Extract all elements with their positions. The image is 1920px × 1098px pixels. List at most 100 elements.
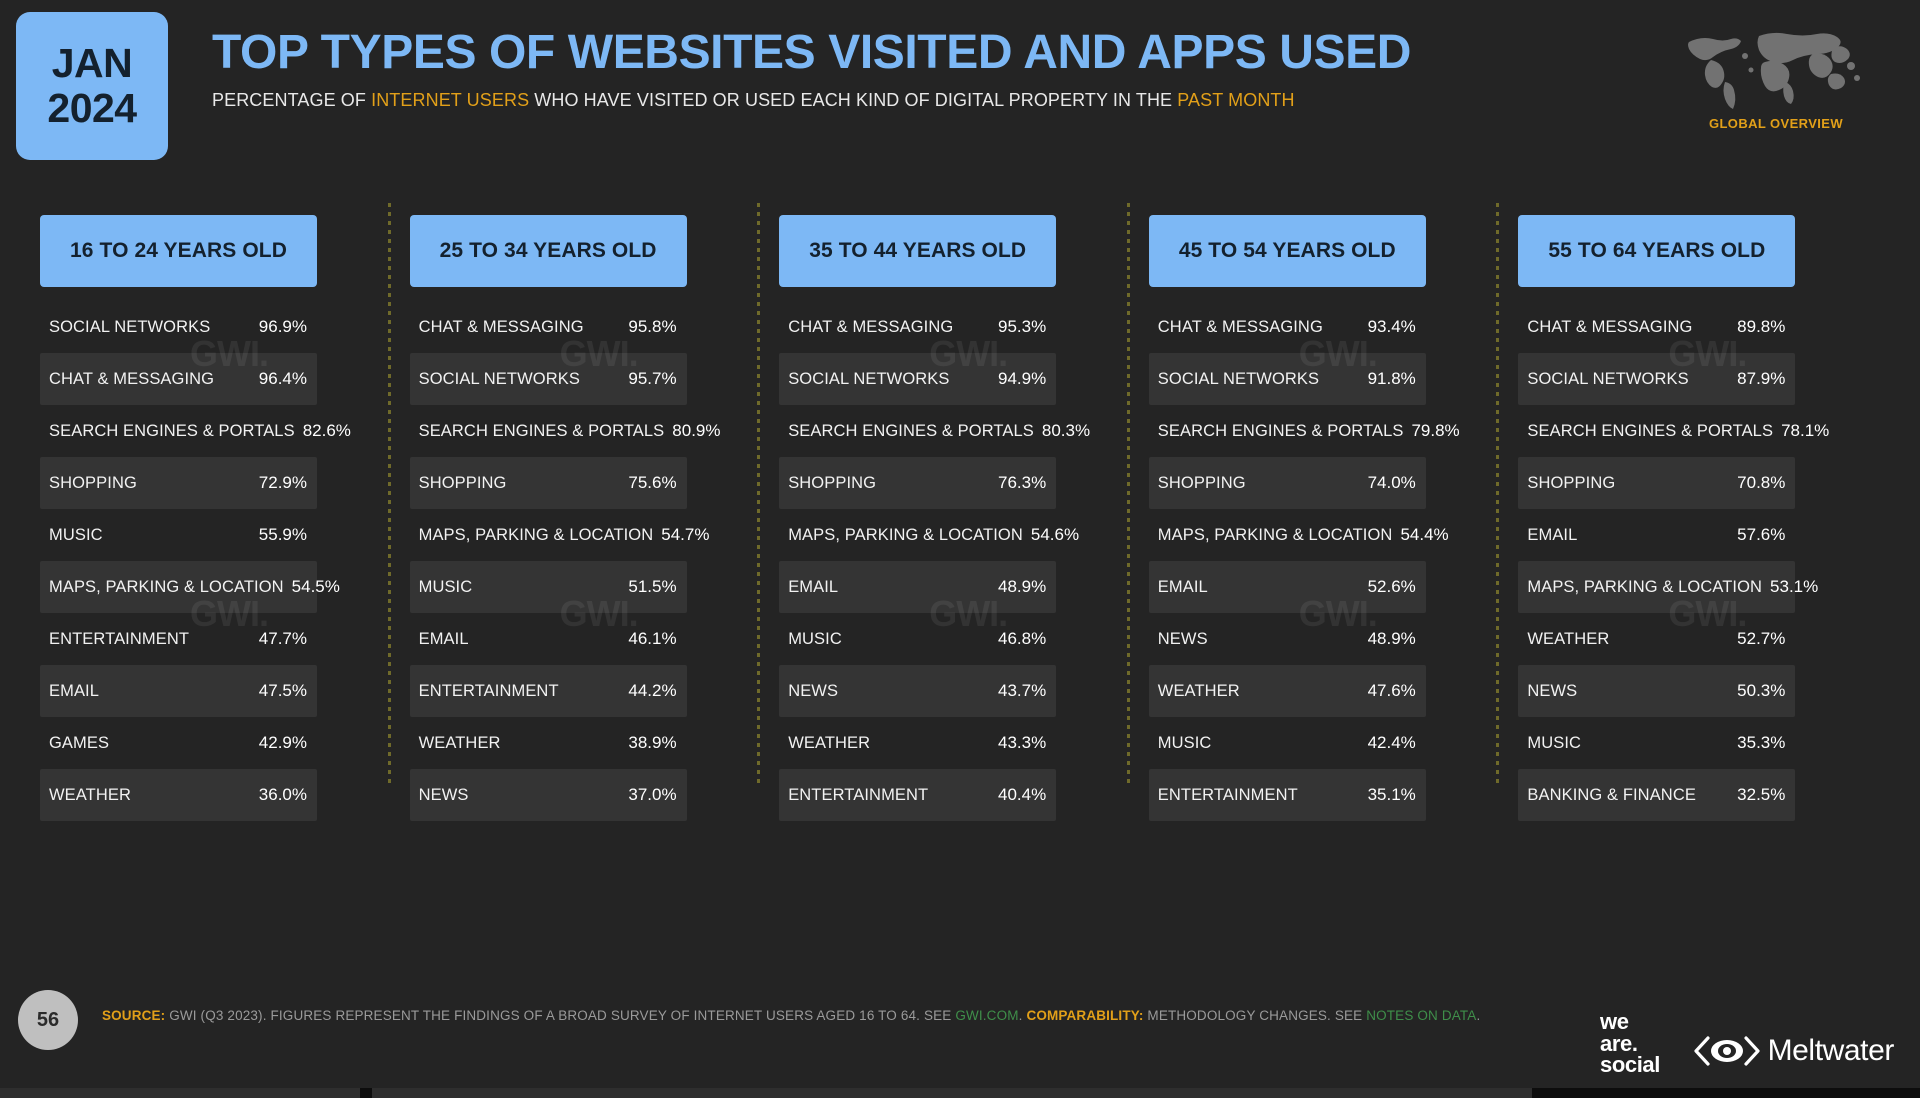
- row-value: 55.9%: [258, 525, 307, 544]
- row-label: CHAT & MESSAGING: [788, 317, 954, 336]
- table-row: SOCIAL NETWORKS 91.8%: [1148, 353, 1426, 405]
- age-column-header-label: 16 TO 24 YEARS OLD: [70, 239, 287, 262]
- row-label: EMAIL: [49, 681, 100, 700]
- row-label: NEWS: [1157, 629, 1208, 648]
- row-label: SHOPPING: [418, 473, 507, 492]
- row-value: 42.4%: [1367, 733, 1416, 752]
- table-row: CHAT & MESSAGING 89.8%: [1518, 301, 1795, 353]
- row-value: 42.9%: [258, 733, 307, 752]
- page-subtitle: PERCENTAGE OF INTERNET USERS WHO HAVE VI…: [212, 90, 1411, 111]
- age-column-header-label: 25 TO 34 YEARS OLD: [439, 239, 657, 262]
- table-row: SHOPPING 75.6%: [409, 457, 687, 509]
- table-row: NEWS 37.0%: [409, 769, 687, 821]
- table-row: MAPS, PARKING & LOCATION 54.7%: [410, 509, 710, 561]
- row-label: SHOPPING: [1157, 473, 1246, 492]
- table-row: NEWS 48.9%: [1149, 613, 1426, 665]
- table-row: NEWS 43.7%: [779, 665, 1057, 717]
- table-row: SHOPPING 70.8%: [1518, 457, 1796, 509]
- table-row: MUSIC 35.3%: [1518, 717, 1795, 769]
- source-link-gwi[interactable]: GWI.COM: [955, 1008, 1018, 1023]
- table-row: SHOPPING 72.9%: [40, 457, 317, 509]
- row-value: 37.0%: [628, 785, 677, 804]
- table-row: SHOPPING 76.3%: [779, 457, 1057, 509]
- row-value: 93.4%: [1367, 317, 1416, 336]
- age-column-header: 16 TO 24 YEARS OLD: [40, 215, 317, 287]
- table-row: ENTERTAINMENT 40.4%: [779, 769, 1057, 821]
- table-row: MAPS, PARKING & LOCATION 54.6%: [779, 509, 1079, 561]
- table-row: EMAIL 47.5%: [40, 665, 317, 717]
- row-value: 54.7%: [661, 525, 710, 544]
- page-number: 56: [36, 1008, 60, 1031]
- row-value: 95.3%: [997, 317, 1047, 336]
- comparability-label: COMPARABILITY:: [1026, 1008, 1144, 1023]
- table-row: MUSIC 55.9%: [40, 509, 317, 561]
- row-label: MUSIC: [1527, 733, 1582, 752]
- table-row: EMAIL 48.9%: [779, 561, 1057, 613]
- table-row: SOCIAL NETWORKS 94.9%: [779, 353, 1057, 405]
- row-label: MAPS, PARKING & LOCATION: [788, 525, 1023, 544]
- row-label: SEARCH ENGINES & PORTALS: [1157, 421, 1404, 440]
- row-label: CHAT & MESSAGING: [1157, 317, 1323, 336]
- age-column-header: 35 TO 44 YEARS OLD: [779, 215, 1057, 287]
- age-column: 25 TO 34 YEARS OLD CHAT & MESSAGING 95.8% S…: [387, 203, 780, 955]
- age-column: 45 TO 54 YEARS OLD CHAT & MESSAGING 93.4% S…: [1126, 203, 1519, 955]
- row-label: ENTERTAINMENT: [1157, 785, 1298, 804]
- column-divider: [1126, 203, 1130, 788]
- row-label: WEATHER: [1157, 681, 1240, 700]
- row-label: WEATHER: [788, 733, 871, 752]
- table-row: EMAIL 57.6%: [1518, 509, 1795, 561]
- meltwater-eye-icon: [1693, 1036, 1760, 1066]
- age-column-header: 45 TO 54 YEARS OLD: [1148, 215, 1426, 287]
- table-row: SEARCH ENGINES & PORTALS 79.8%: [1149, 405, 1460, 457]
- we-are-social-line-1: we: [1600, 1009, 1629, 1035]
- table-row: CHAT & MESSAGING 96.4%: [40, 353, 317, 405]
- row-value: 52.6%: [1367, 577, 1416, 596]
- age-column-header: 25 TO 34 YEARS OLD: [409, 215, 687, 287]
- slide-header: JAN 2024 TOP TYPES OF WEBSITES VISITED A…: [0, 0, 1920, 172]
- source-text-3: METHODOLOGY CHANGES. SEE: [1143, 1008, 1367, 1023]
- world-map-icon: [1688, 32, 1860, 109]
- row-value: 36.0%: [258, 785, 307, 804]
- row-label: CHAT & MESSAGING: [49, 369, 215, 388]
- row-label: CHAT & MESSAGING: [418, 317, 584, 336]
- row-value: 74.0%: [1367, 473, 1416, 492]
- slide-root: JAN 2024 TOP TYPES OF WEBSITES VISITED A…: [0, 0, 1920, 1098]
- row-label: MAPS, PARKING & LOCATION: [418, 525, 654, 544]
- row-value: 47.7%: [258, 629, 307, 648]
- row-label: SEARCH ENGINES & PORTALS: [49, 421, 295, 440]
- row-label: EMAIL: [418, 629, 469, 648]
- age-column-rows: CHAT & MESSAGING 89.8% SOCIAL NETWORKS 87.9…: [1518, 301, 1829, 821]
- table-row: SEARCH ENGINES & PORTALS 82.6%: [40, 405, 351, 457]
- page-number-badge: 56: [18, 990, 78, 1050]
- global-overview-label: GLOBAL OVERVIEW: [1708, 116, 1844, 131]
- subtitle-text-2: WHO HAVE VISITED OR USED EACH KIND OF DI…: [529, 90, 1178, 111]
- row-value: 46.1%: [628, 629, 677, 648]
- row-label: WEATHER: [49, 785, 131, 804]
- row-value: 72.9%: [258, 473, 307, 492]
- age-column: 55 TO 64 YEARS OLD CHAT & MESSAGING 89.8% S…: [1496, 203, 1888, 955]
- age-column: 16 TO 24 YEARS OLD SOCIAL NETWORKS 96.9% CH…: [40, 215, 410, 955]
- subtitle-text-1: PERCENTAGE OF: [212, 90, 372, 111]
- table-row: MUSIC 51.5%: [409, 561, 687, 613]
- row-value: 57.6%: [1737, 525, 1786, 544]
- table-row: MUSIC 42.4%: [1149, 717, 1426, 769]
- table-row: ENTERTAINMENT 47.7%: [40, 613, 317, 665]
- row-value: 46.8%: [997, 629, 1047, 648]
- row-value: 54.5%: [291, 577, 340, 596]
- table-row: WEATHER 43.3%: [779, 717, 1056, 769]
- table-row: ENTERTAINMENT 44.2%: [409, 665, 687, 717]
- table-row: WEATHER 38.9%: [410, 717, 687, 769]
- table-row: CHAT & MESSAGING 95.3%: [779, 301, 1056, 353]
- title-block: TOP TYPES OF WEBSITES VISITED AND APPS U…: [212, 27, 1411, 111]
- column-divider: [1496, 203, 1500, 788]
- age-column: 35 TO 44 YEARS OLD CHAT & MESSAGING 95.3% S…: [757, 203, 1149, 955]
- table-row: WEATHER 47.6%: [1148, 665, 1426, 717]
- slide-footer: 56 SOURCE: GWI (Q3 2023). FIGURES REPRES…: [0, 972, 1920, 1098]
- row-value: 75.6%: [628, 473, 677, 492]
- row-label: CHAT & MESSAGING: [1527, 317, 1693, 336]
- row-value: 53.1%: [1770, 577, 1819, 596]
- row-value: 80.3%: [1041, 421, 1091, 440]
- source-link-notes[interactable]: NOTES ON DATA: [1366, 1008, 1476, 1023]
- row-label: ENTERTAINMENT: [418, 681, 559, 700]
- table-row: SOCIAL NETWORKS 95.7%: [409, 353, 687, 405]
